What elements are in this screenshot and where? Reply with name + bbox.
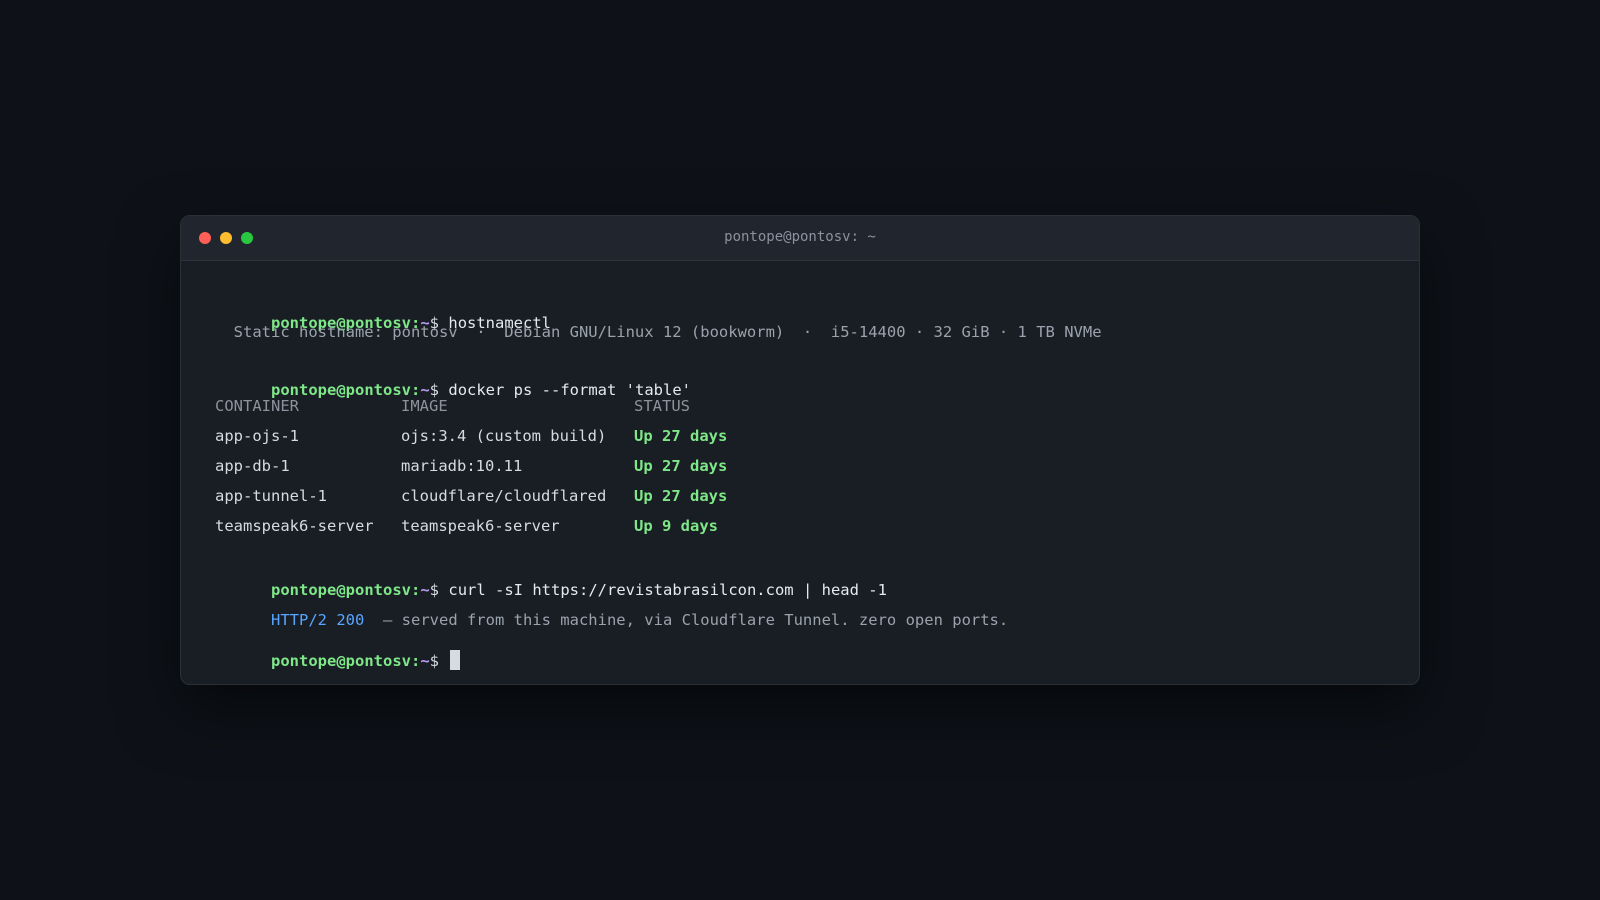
container-image: ojs:3.4 (custom build) (401, 427, 607, 445)
header-container: CONTAINER (215, 397, 299, 415)
container-name: app-ojs-1 (215, 427, 299, 445)
prompt-colon: : (410, 652, 421, 670)
terminal-window[interactable]: pontope@pontosv: ~ pontope@pontosv:~$ ho… (180, 215, 1420, 685)
terminal-body[interactable]: pontope@pontosv:~$ hostnamectl Static ho… (215, 260, 1399, 684)
container-status: Up 27 days (634, 457, 728, 475)
container-status: Up 27 days (634, 487, 728, 505)
container-status: Up 27 days (634, 427, 728, 445)
container-image: mariadb:10.11 (401, 457, 523, 475)
container-status: Up 9 days (634, 517, 718, 535)
title-bar[interactable]: pontope@pontosv: ~ (181, 216, 1419, 261)
container-image: cloudflare/cloudflared (401, 487, 607, 505)
prompt-user-host: pontope@pontosv (271, 652, 411, 670)
text-cursor[interactable] (450, 650, 461, 670)
window-title: pontope@pontosv: ~ (724, 229, 876, 245)
prompt-path: ~ (420, 652, 430, 670)
hostnamectl-output: Static hostname: pontosv · Debian GNU/Li… (215, 323, 1102, 341)
prompt-dollar: $ (429, 652, 440, 670)
header-image: IMAGE (401, 397, 448, 415)
curl-note: — served from this machine, via Cloudfla… (364, 611, 1009, 629)
container-name: teamspeak6-server (215, 517, 374, 535)
container-name: app-db-1 (215, 457, 290, 475)
container-name: app-tunnel-1 (215, 487, 327, 505)
http-status: HTTP/2 200 (271, 611, 365, 629)
header-status: STATUS (634, 397, 690, 415)
container-image: teamspeak6-server (401, 517, 560, 535)
prompt-line-active[interactable]: pontope@pontosv:~$ (215, 630, 461, 684)
